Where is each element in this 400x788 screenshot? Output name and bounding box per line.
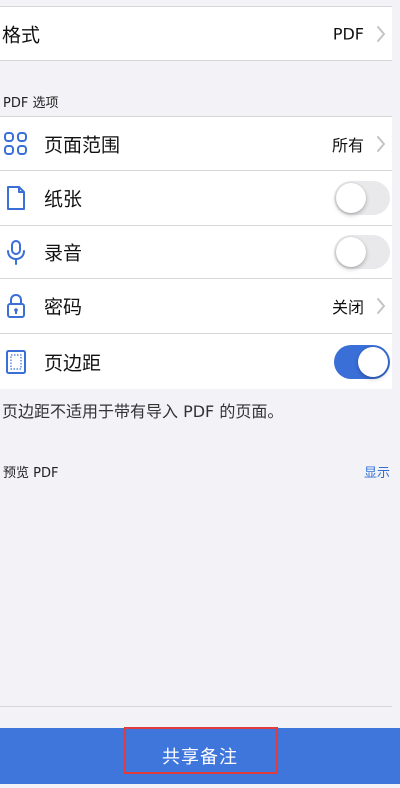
grid-icon (4, 131, 27, 155)
preview-show-link[interactable]: 显示 (364, 462, 390, 481)
preview-pdf-label: 预览 PDF (3, 466, 59, 481)
page-range-value: 所有 (331, 135, 364, 155)
paper-row: 纸张 (0, 171, 392, 226)
paper-toggle[interactable] (334, 181, 390, 215)
page-range-row[interactable]: 页面范围 所有 (0, 116, 392, 171)
pdf-options-header: PDF 选项 (3, 96, 59, 111)
password-label: 密码 (44, 296, 83, 319)
document-icon (7, 186, 25, 210)
page-margins-icon (6, 349, 26, 374)
format-label: 格式 (2, 24, 41, 46)
chevron-right-icon (377, 135, 385, 152)
microphone-icon (7, 240, 25, 265)
preview-area (0, 490, 392, 707)
lock-icon (7, 293, 25, 318)
chevron-right-icon (377, 298, 385, 314)
format-row[interactable]: 格式 PDF (0, 7, 392, 61)
paper-toggle-knob (336, 183, 366, 213)
recording-toggle-knob (336, 237, 366, 267)
password-value: 关闭 (331, 298, 364, 317)
paper-label: 纸张 (44, 188, 83, 211)
recording-label: 录音 (44, 242, 83, 265)
recording-toggle[interactable] (334, 235, 390, 269)
margins-label: 页边距 (44, 352, 102, 374)
highlight-box (124, 727, 278, 774)
format-value: PDF (332, 24, 364, 43)
margins-row: 页边距 (0, 334, 392, 389)
password-row[interactable]: 密码 关闭 (0, 279, 392, 334)
margins-toggle[interactable] (334, 344, 390, 379)
recording-row: 录音 (0, 226, 392, 279)
margins-note: 页边距不适用于带有导入 PDF 的页面。 (2, 402, 284, 421)
page-range-label: 页面范围 (44, 134, 121, 156)
margins-toggle-knob (358, 346, 388, 377)
chevron-right-icon (377, 25, 385, 42)
